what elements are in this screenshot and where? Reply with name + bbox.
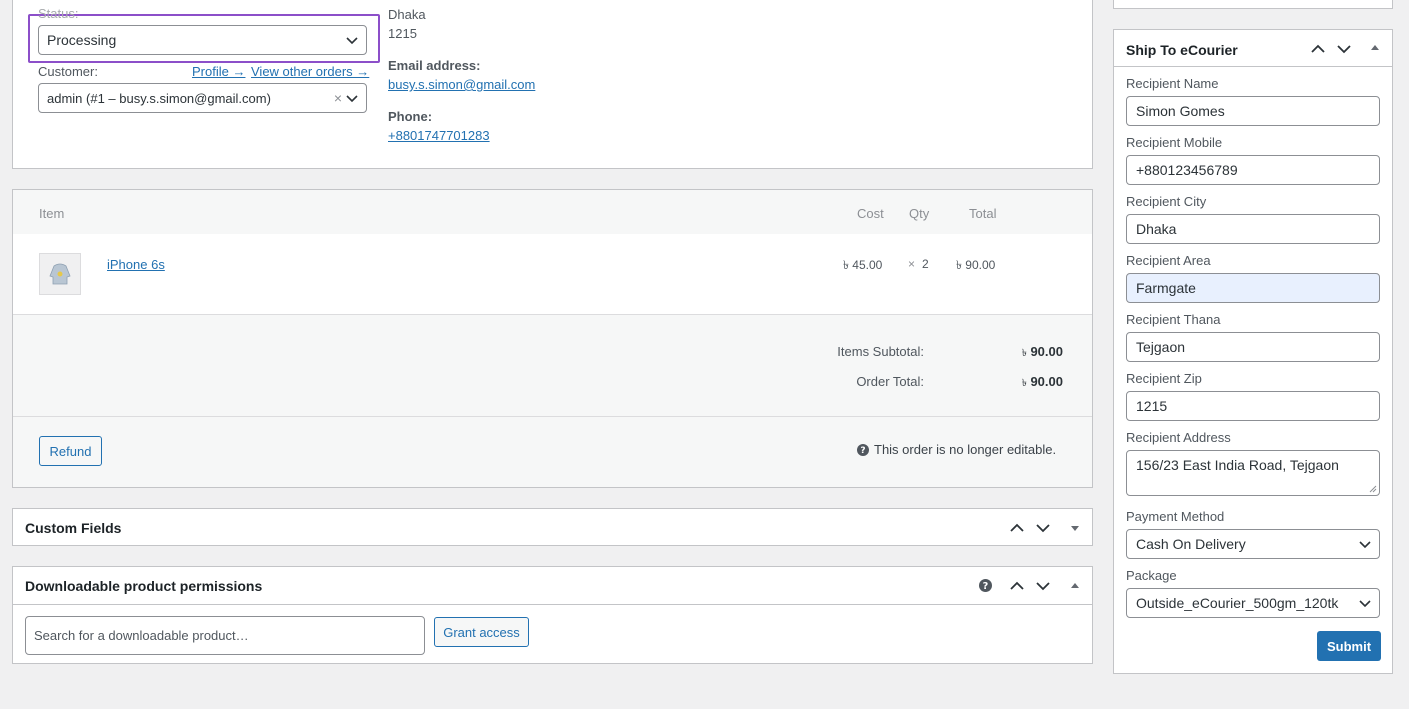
submit-button[interactable]: Submit [1317, 631, 1381, 661]
refund-button[interactable]: Refund [39, 436, 102, 466]
ecourier-header-divider [1114, 66, 1392, 67]
customer-value: admin (#1 – busy.s.simon@gmail.com) [47, 90, 271, 106]
custom-fields-title: Custom Fields [25, 520, 122, 536]
customer-select[interactable]: admin (#1 – busy.s.simon@gmail.com) × [38, 83, 367, 113]
chevron-down-icon [1359, 541, 1371, 549]
product-thumbnail [39, 253, 81, 295]
svg-text:?: ? [983, 581, 989, 592]
order-total-value: ৳ 90.00 [1022, 374, 1063, 393]
currency-symbol: ৳ [1021, 348, 1027, 359]
recipient-address-label: Recipient Address [1126, 430, 1231, 445]
order-total-amount: 90.00 [1030, 374, 1063, 389]
payment-method-select[interactable]: Cash On Delivery [1126, 529, 1380, 559]
email-link[interactable]: busy.s.simon@gmail.com [388, 77, 535, 92]
ecourier-title: Ship To eCourier [1126, 42, 1238, 58]
email-label: Email address: [388, 58, 481, 73]
chevron-up-icon[interactable] [1010, 521, 1024, 535]
item-cost: ৳ 45.00 [843, 258, 883, 272]
chevron-down-icon[interactable] [1036, 579, 1050, 593]
phone-label: Phone: [388, 109, 433, 124]
downloads-title: Downloadable product permissions [25, 578, 263, 594]
downloadable-product-search[interactable]: Search for a downloadable product… [25, 616, 425, 655]
recipient-area-label: Recipient Area [1126, 253, 1211, 268]
not-editable-notice: This order is no longer editable. [874, 442, 1057, 457]
ecourier-panel: Ship To eCourier Recipient Name Simon Go… [1113, 29, 1393, 674]
help-icon[interactable]: ? [979, 579, 992, 592]
billing-zip: 1215 [388, 26, 417, 41]
chevron-down-icon[interactable] [1337, 42, 1351, 56]
downloads-header-divider [13, 604, 1092, 605]
toggle-panel-icon[interactable] [1068, 521, 1082, 535]
recipient-thana-field[interactable]: Tejgaon [1126, 332, 1380, 362]
status-label: Status: [38, 6, 79, 21]
phone-link[interactable]: +8801747701283 [388, 128, 490, 143]
recipient-name-field[interactable]: Simon Gomes [1126, 96, 1380, 126]
toggle-panel-icon[interactable] [1068, 579, 1082, 593]
item-qty: 2 [922, 257, 929, 271]
items-actions-divider [13, 416, 1092, 417]
table-row: iPhone 6s ৳ 45.00 × 2 ৳ 90.00 [13, 234, 1092, 315]
recipient-address-value: 156/23 East India Road, Tejgaon [1136, 457, 1339, 473]
order-total-label: Order Total: [856, 374, 924, 389]
downloads-panel: Downloadable product permissions ? Searc… [12, 566, 1093, 664]
sidebar-panel-top [1113, 0, 1393, 9]
recipient-zip-label: Recipient Zip [1126, 371, 1202, 386]
chevron-up-icon[interactable] [1010, 579, 1024, 593]
recipient-mobile-label: Recipient Mobile [1126, 135, 1223, 150]
recipient-zip-field[interactable]: 1215 [1126, 391, 1380, 421]
custom-fields-panel: Custom Fields [12, 508, 1093, 546]
recipient-name-label: Recipient Name [1126, 76, 1219, 91]
search-placeholder: Search for a downloadable product… [34, 628, 249, 643]
recipient-mobile-field[interactable]: +880123456789 [1126, 155, 1380, 185]
chevron-up-icon[interactable] [1311, 42, 1325, 56]
package-select[interactable]: Outside_eCourier_500gm_120tk [1126, 588, 1380, 618]
billing-city: Dhaka [388, 7, 426, 22]
column-header-cost: Cost [857, 206, 884, 221]
clear-customer-icon[interactable]: × [334, 90, 342, 106]
view-other-orders-link[interactable]: View other orders → [251, 64, 369, 79]
recipient-area-field[interactable]: Farmgate [1126, 273, 1380, 303]
order-items-panel: Item Cost Qty Total iPhone 6s ৳ 45.00 × … [12, 189, 1093, 488]
recipient-city-field[interactable]: Dhaka [1126, 214, 1380, 244]
profile-link[interactable]: Profile → [192, 64, 245, 79]
chevron-down-icon [1359, 600, 1371, 608]
hoodie-image-icon [49, 263, 71, 285]
toggle-panel-icon[interactable] [1368, 41, 1382, 55]
subtotal-amount: 90.00 [1030, 344, 1063, 359]
subtotal-value: ৳ 90.00 [1022, 344, 1063, 363]
column-header-total: Total [969, 206, 997, 221]
recipient-city-label: Recipient City [1126, 194, 1207, 209]
grant-access-button[interactable]: Grant access [434, 617, 529, 647]
chevron-down-icon [346, 37, 358, 45]
recipient-address-textarea[interactable]: 156/23 East India Road, Tejgaon [1126, 450, 1380, 496]
column-header-qty: Qty [909, 206, 930, 221]
currency-symbol: ৳ [1021, 378, 1027, 389]
status-select[interactable]: Processing [38, 25, 367, 55]
subtotal-label: Items Subtotal: [837, 344, 924, 359]
item-qty-symbol: × [908, 257, 916, 271]
package-label: Package [1126, 568, 1177, 583]
product-link[interactable]: iPhone 6s [107, 257, 165, 272]
customer-label: Customer: [38, 64, 98, 79]
item-total: ৳ 90.00 [956, 258, 996, 272]
chevron-down-icon [346, 95, 358, 103]
order-data-panel: Status: Processing Customer: Profile → V… [12, 0, 1093, 169]
status-value: Processing [47, 32, 117, 48]
resize-handle-icon[interactable] [1369, 485, 1377, 493]
recipient-thana-label: Recipient Thana [1126, 312, 1221, 327]
svg-text:?: ? [860, 446, 865, 456]
help-icon: ? [857, 444, 869, 456]
payment-method-label: Payment Method [1126, 509, 1225, 524]
payment-method-value: Cash On Delivery [1136, 536, 1246, 552]
chevron-down-icon[interactable] [1036, 521, 1050, 535]
column-header-item: Item [39, 206, 65, 221]
package-value: Outside_eCourier_500gm_120tk [1136, 595, 1339, 611]
